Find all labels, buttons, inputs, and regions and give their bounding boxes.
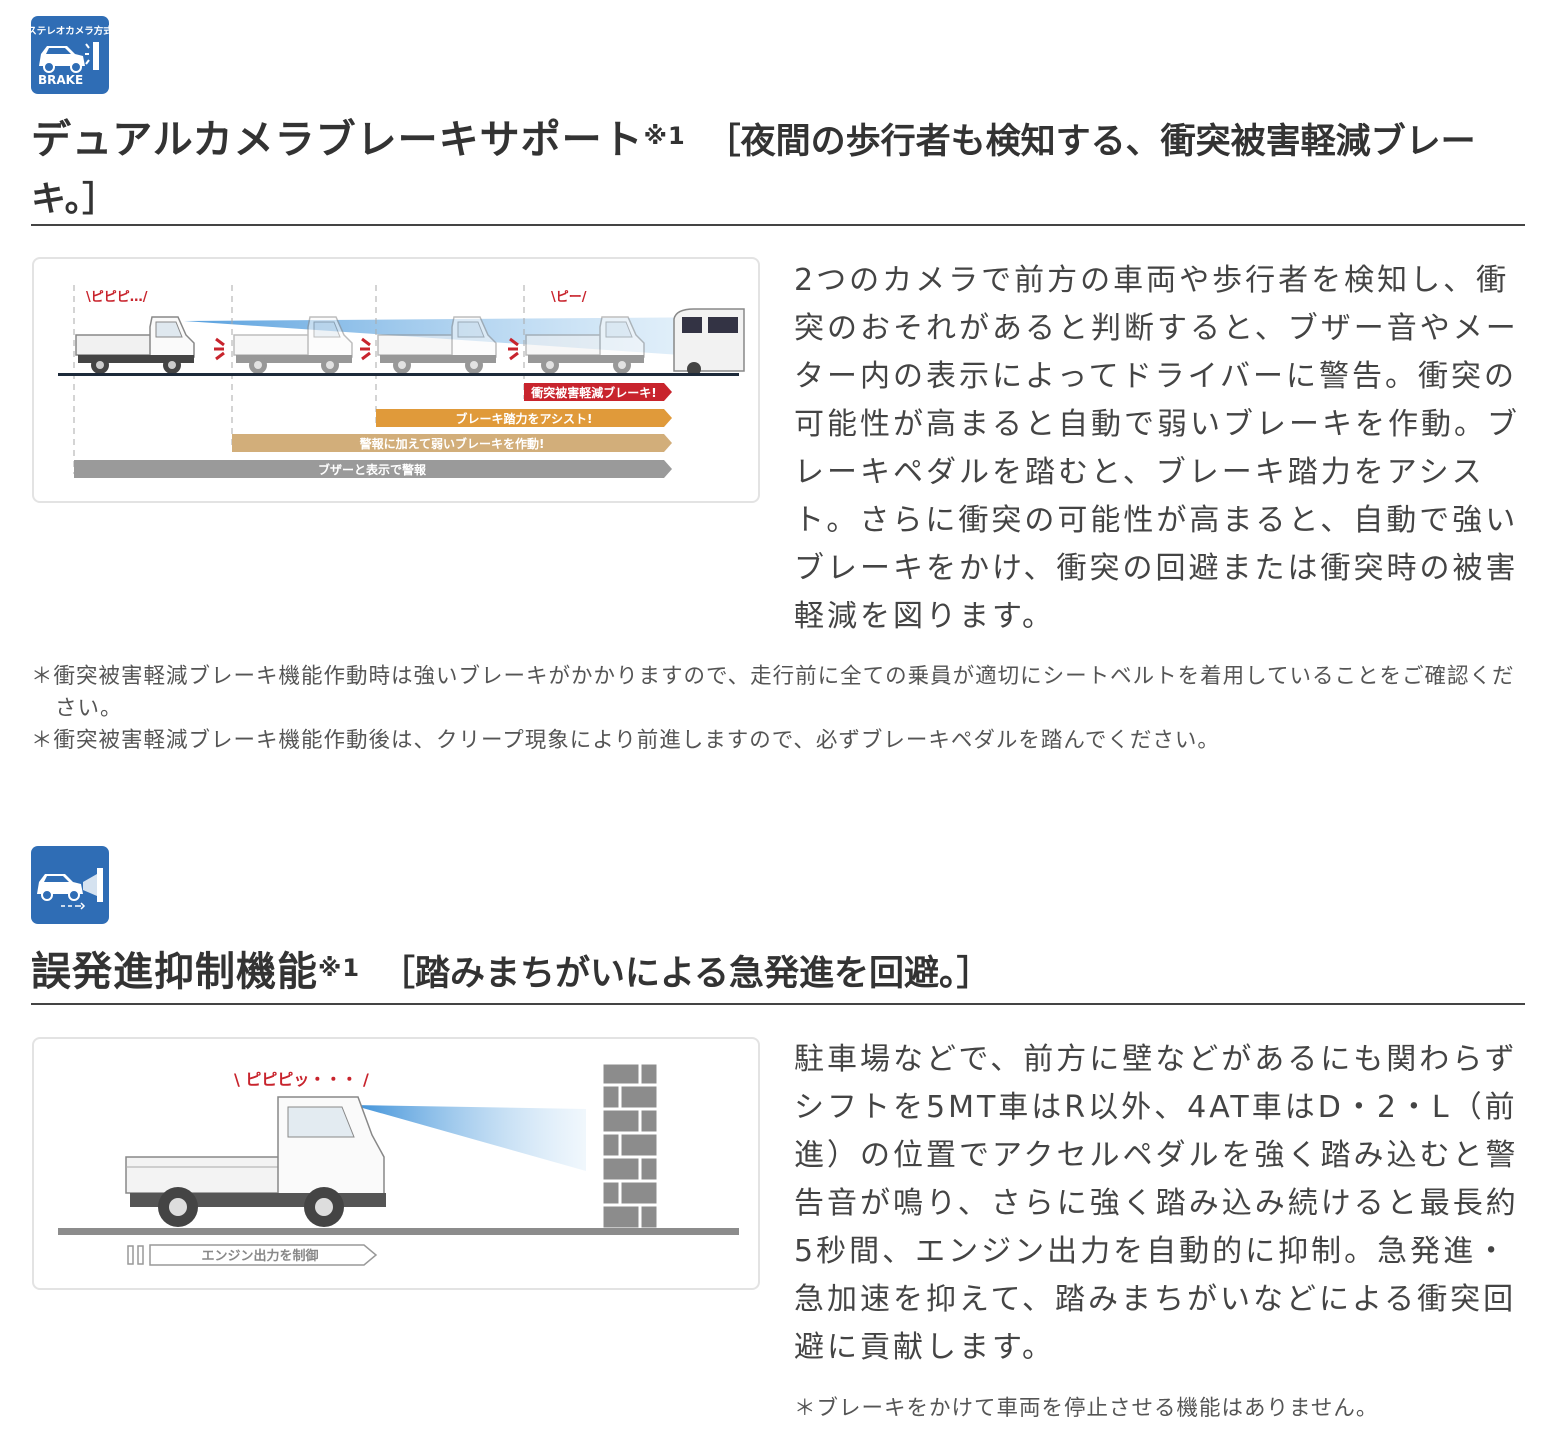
section1-notes: ＊衝突被害軽減ブレーキ機能作動時は強いブレーキがかかりますので、走行前に全ての乗… xyxy=(31,661,1531,757)
stage-bar-alarm: ブザーと表示で警報 xyxy=(74,460,672,478)
warning-sound-1: \ピピピ…/ xyxy=(86,290,148,305)
section1-description: 2つのカメラで前方の車両や歩行者を検知し、衝突のおそれがあると判断すると、ブザー… xyxy=(794,263,1520,634)
section2-note-1: ＊ブレーキをかけて車両を停止させる機能はありません。 xyxy=(794,1396,1379,1421)
badge-top-text: ステレオカメラ方式 xyxy=(31,25,109,37)
section2-description: 駐車場などで、前方に壁などがあるにも関わらずシフトを5MT車はR以外、4AT車は… xyxy=(794,1042,1519,1365)
section1-note-2: ＊衝突被害軽減ブレーキ機能作動後は、クリープ現象により前進しますので、必ずブレー… xyxy=(31,728,1220,753)
stage-bar-weak-brake: 警報に加えて弱いブレーキを作動! xyxy=(232,434,672,452)
truck-icon xyxy=(125,1096,386,1227)
section1-title-note-mark: ※1 xyxy=(643,122,686,150)
section2-heading: 誤発進抑制機能※1 ［踏みまちがいによる急発進を回避。］ xyxy=(31,944,1531,1002)
section2-title: 誤発進抑制機能 xyxy=(31,949,318,995)
section2-notes: ＊ブレーキをかけて車両を停止させる機能はありません。 xyxy=(794,1393,1529,1425)
engine-control-bar: エンジン出力を制御 xyxy=(127,1244,378,1266)
false-start-prevention-icon xyxy=(37,868,103,910)
svg-text:警報に加えて弱いブレーキを作動!: 警報に加えて弱いブレーキを作動! xyxy=(359,436,545,451)
van-icon xyxy=(673,308,745,376)
false-start-prevention-badge xyxy=(31,846,109,924)
stereo-camera-brake-badge: ステレオカメラ方式 BRAKE xyxy=(31,16,109,94)
false-start-prevention-illustration: \ ピピピッ・・・ / エンジン出力を制御 xyxy=(32,1037,760,1290)
brick-wall xyxy=(600,1061,660,1231)
stereo-camera-brake-icon: ステレオカメラ方式 BRAKE xyxy=(31,25,109,87)
warning-sound-2: \ピー/ xyxy=(551,290,587,305)
stage-bar-assist: ブレーキ踏力をアシスト! xyxy=(376,409,672,427)
truck-icon xyxy=(75,316,195,375)
dual-camera-brake-illustration: \ピピピ…/ \ピー/ 衝突被害軽減ブレーキ! ブレーキ踏力をアシスト! 警報に… xyxy=(32,257,760,503)
section1-divider xyxy=(31,224,1525,226)
section2-divider xyxy=(31,1003,1525,1005)
stage-bar-brake: 衝突被害軽減ブレーキ! xyxy=(524,383,672,401)
section2-title-note-mark: ※1 xyxy=(318,954,361,982)
svg-text:衝突被害軽減ブレーキ!: 衝突被害軽減ブレーキ! xyxy=(530,385,656,400)
section1-title: デュアルカメラブレーキサポート xyxy=(31,117,644,163)
svg-text:エンジン出力を制御: エンジン出力を制御 xyxy=(201,1248,318,1264)
section1-heading: デュアルカメラブレーキサポート※1 ［夜間の歩行者も検知する、衝突被害軽減ブレーキ… xyxy=(31,112,1531,228)
section2-subtitle: ［踏みまちがいによる急発進を回避。］ xyxy=(380,954,992,994)
svg-text:ブザーと表示で警報: ブザーと表示で警報 xyxy=(318,462,427,477)
section1-note-1: ＊衝突被害軽減ブレーキ機能作動時は強いブレーキがかかりますので、走行前に全ての乗… xyxy=(31,664,1515,721)
svg-text:ブレーキ踏力をアシスト!: ブレーキ踏力をアシスト! xyxy=(456,411,593,426)
warning-sound: \ ピピピッ・・・ / xyxy=(234,1070,369,1089)
badge-bottom-text: BRAKE xyxy=(38,73,83,87)
